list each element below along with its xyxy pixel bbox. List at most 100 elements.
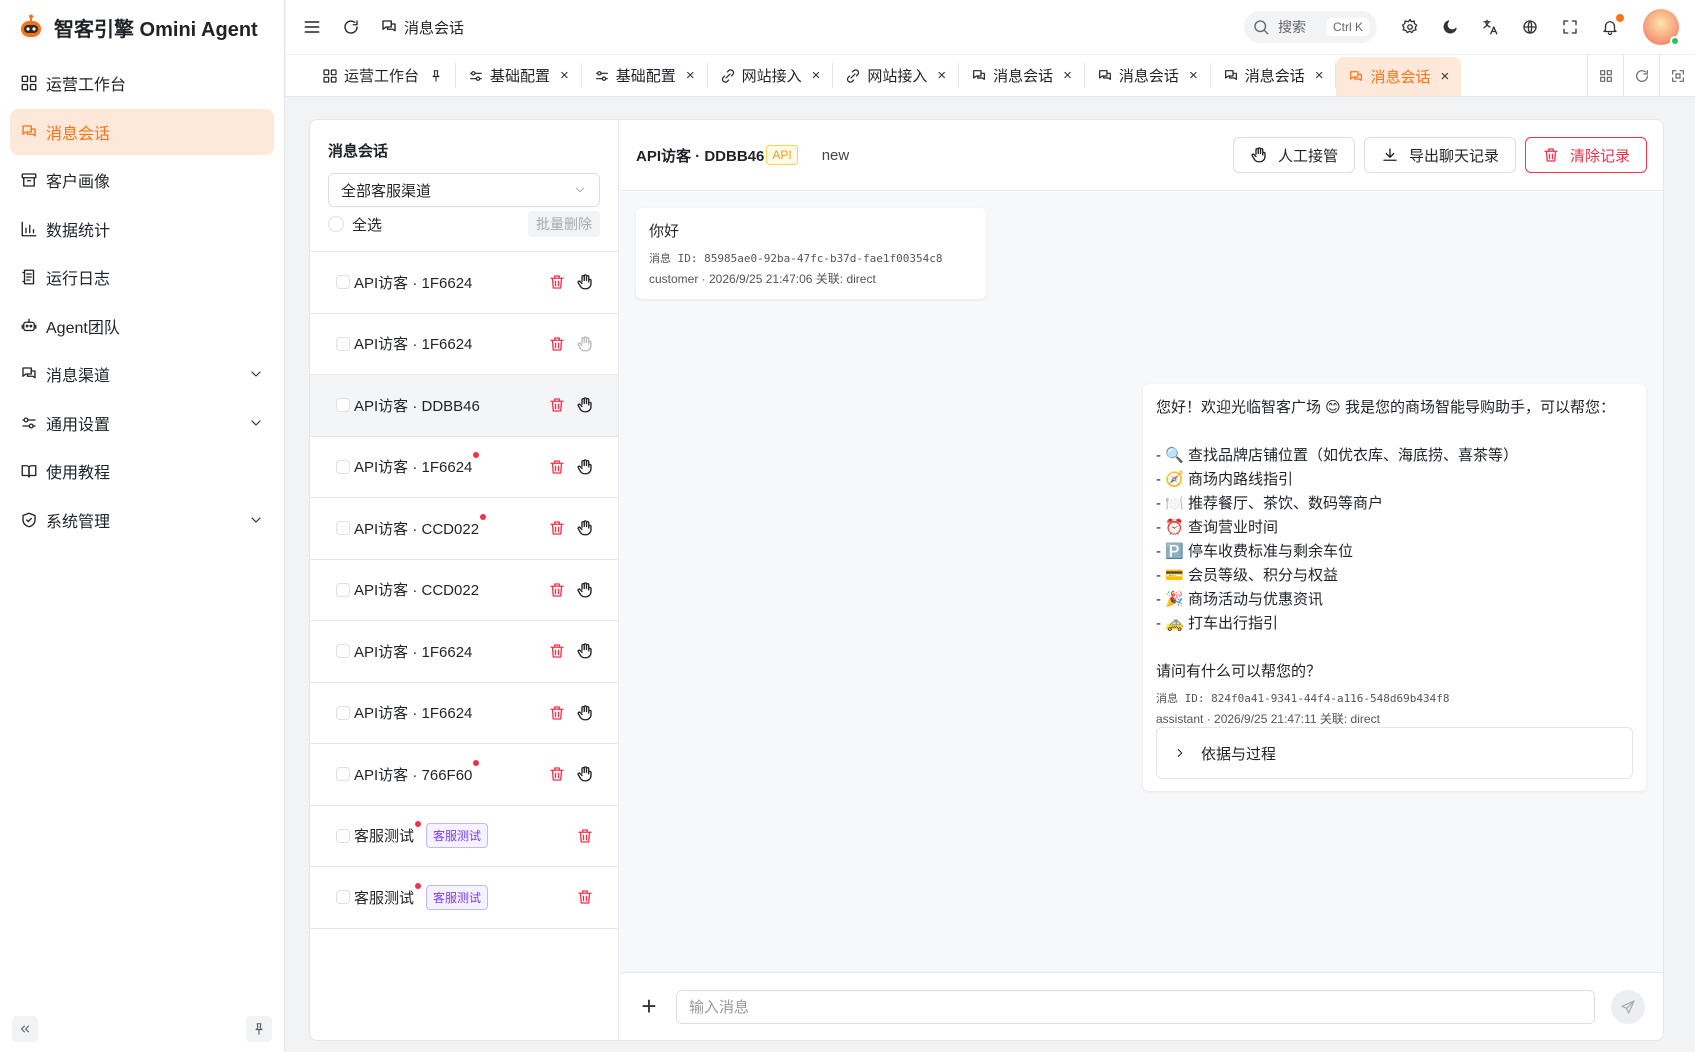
conversation-item[interactable]: API访客 · CCD022 <box>310 498 618 560</box>
avatar[interactable] <box>1643 9 1680 46</box>
hand-icon[interactable] <box>576 581 594 599</box>
trash-icon[interactable] <box>548 642 566 660</box>
sidebar-item-settings[interactable]: 通用设置 <box>10 400 274 446</box>
conversation-item[interactable]: API访客 · 1F6624 <box>310 621 618 683</box>
tab-refresh-button[interactable] <box>1623 55 1659 96</box>
theme-toggle-button[interactable] <box>1439 16 1461 38</box>
pin-sidebar-button[interactable] <box>246 1016 272 1042</box>
menu-icon[interactable] <box>302 17 322 37</box>
tab-item[interactable]: 消息会话 × <box>1085 63 1211 88</box>
pin-icon[interactable] <box>429 69 443 83</box>
sidebar-item-customers[interactable]: 客户画像 <box>10 157 274 203</box>
evidence-toggle[interactable]: 依据与过程 <box>1156 727 1633 779</box>
send-button[interactable] <box>1611 989 1645 1024</box>
trash-icon[interactable] <box>548 704 566 722</box>
trash-icon[interactable] <box>548 519 566 537</box>
notifications-button[interactable] <box>1599 14 1624 38</box>
trash-icon[interactable] <box>548 273 566 291</box>
attach-button[interactable]: + <box>638 991 660 1022</box>
conversation-item[interactable]: API访客 · 1F6624 <box>310 683 618 744</box>
settings-button[interactable] <box>1399 16 1421 38</box>
trash-icon[interactable] <box>548 396 566 414</box>
conversation-checkbox[interactable] <box>336 336 350 351</box>
tab-item[interactable]: 基础配置 × <box>456 63 582 88</box>
conversation-item[interactable]: API访客 · 1F6624 <box>310 314 618 375</box>
team-icon <box>21 318 37 331</box>
close-icon[interactable]: × <box>1063 67 1072 84</box>
message-input[interactable]: 输入消息 <box>676 989 1595 1024</box>
sidebar-item-agent-team[interactable]: Agent团队 <box>10 303 274 349</box>
close-icon[interactable]: × <box>1441 68 1450 85</box>
trash-icon[interactable] <box>576 827 594 845</box>
close-icon[interactable]: × <box>560 67 569 84</box>
sidebar-item-channels[interactable]: 消息渠道 <box>10 351 274 397</box>
trash-icon[interactable] <box>548 335 566 353</box>
trash-icon[interactable] <box>576 888 594 906</box>
conversation-checkbox[interactable] <box>336 459 350 474</box>
tab-label: 网站接入 <box>741 68 802 85</box>
search-button[interactable]: 搜索 Ctrl K <box>1244 11 1377 43</box>
translate-button[interactable] <box>1479 16 1501 38</box>
fullscreen-button[interactable] <box>1559 16 1581 38</box>
conversation-checkbox[interactable] <box>336 398 350 413</box>
collapse-sidebar-button[interactable] <box>12 1016 38 1042</box>
conversation-checkbox[interactable] <box>336 582 350 597</box>
hand-icon[interactable] <box>576 273 594 291</box>
language-button[interactable] <box>1519 16 1541 38</box>
conversation-checkbox[interactable] <box>336 767 350 782</box>
book-icon <box>21 465 37 478</box>
conversation-checkbox[interactable] <box>336 828 350 843</box>
tab-item[interactable]: 基础配置 × <box>582 63 708 88</box>
tab-item[interactable]: 网站接入 × <box>833 63 960 88</box>
tab-item[interactable]: 消息会话 × <box>959 63 1085 88</box>
conversation-checkbox[interactable] <box>336 890 350 905</box>
close-icon[interactable]: × <box>1315 67 1324 84</box>
conversation-checkbox[interactable] <box>336 705 350 720</box>
conversation-checkbox[interactable] <box>336 521 350 536</box>
close-icon[interactable]: × <box>1189 67 1198 84</box>
conversation-checkbox[interactable] <box>336 644 350 659</box>
export-button[interactable]: 导出聊天记录 <box>1363 137 1516 173</box>
conversation-item[interactable]: 客服测试 客服测试 <box>310 867 618 929</box>
tab-maximize-button[interactable] <box>1659 55 1695 96</box>
sidebar-item-system[interactable]: 系统管理 <box>10 497 274 543</box>
tab-item[interactable]: 运营工作台 <box>310 63 457 88</box>
hand-icon[interactable] <box>576 396 594 414</box>
conversation-item[interactable]: API访客 · 1F6624 <box>310 437 618 498</box>
hand-icon[interactable] <box>576 704 594 722</box>
trash-icon[interactable] <box>548 765 566 783</box>
select-all-checkbox[interactable] <box>328 216 344 232</box>
takeover-button[interactable]: 人工接管 <box>1232 137 1355 173</box>
batch-delete-button[interactable]: 批量删除 <box>528 211 600 237</box>
sidebar-item-tutorial[interactable]: 使用教程 <box>10 448 274 494</box>
trash-icon[interactable] <box>548 581 566 599</box>
tab-item[interactable]: 消息会话 × <box>1211 63 1337 88</box>
tab-layout-button[interactable] <box>1587 55 1623 96</box>
sidebar-item-messages[interactable]: 消息会话 <box>10 108 274 155</box>
conversation-item[interactable]: API访客 · DDBB46 <box>310 375 618 437</box>
hand-icon[interactable] <box>576 458 594 476</box>
conversation-item[interactable]: API访客 · 1F6624 <box>310 252 618 314</box>
conversation-item[interactable]: API访客 · CCD022 <box>310 560 618 621</box>
brand[interactable]: 智客引擎 Omini Agent <box>0 0 284 54</box>
close-icon[interactable]: × <box>812 67 821 84</box>
conversation-checkbox[interactable] <box>336 275 350 290</box>
tab-label: 基础配置 <box>615 68 676 85</box>
sidebar-item-logs[interactable]: 运行日志 <box>10 254 274 300</box>
conversation-item[interactable]: API访客 · 766F60 <box>310 744 618 806</box>
close-icon[interactable]: × <box>686 67 695 84</box>
conversation-item[interactable]: 客服测试 客服测试 <box>310 806 618 867</box>
trash-icon[interactable] <box>548 458 566 476</box>
hand-icon[interactable] <box>576 642 594 660</box>
clear-records-button[interactable]: 清除记录 <box>1524 137 1647 173</box>
hand-icon[interactable] <box>576 765 594 783</box>
hand-icon[interactable] <box>576 519 594 537</box>
tab-item[interactable]: 网站接入 × <box>708 63 834 88</box>
tab-item[interactable]: 消息会话 × <box>1336 57 1462 96</box>
close-icon[interactable]: × <box>937 67 946 84</box>
refresh-icon[interactable] <box>342 18 360 36</box>
sidebar-item-dashboard[interactable]: 运营工作台 <box>10 60 274 106</box>
channel-select[interactable]: 全部客服渠道 <box>328 173 600 207</box>
hand-icon[interactable] <box>576 335 594 353</box>
sidebar-item-stats[interactable]: 数据统计 <box>10 206 274 252</box>
